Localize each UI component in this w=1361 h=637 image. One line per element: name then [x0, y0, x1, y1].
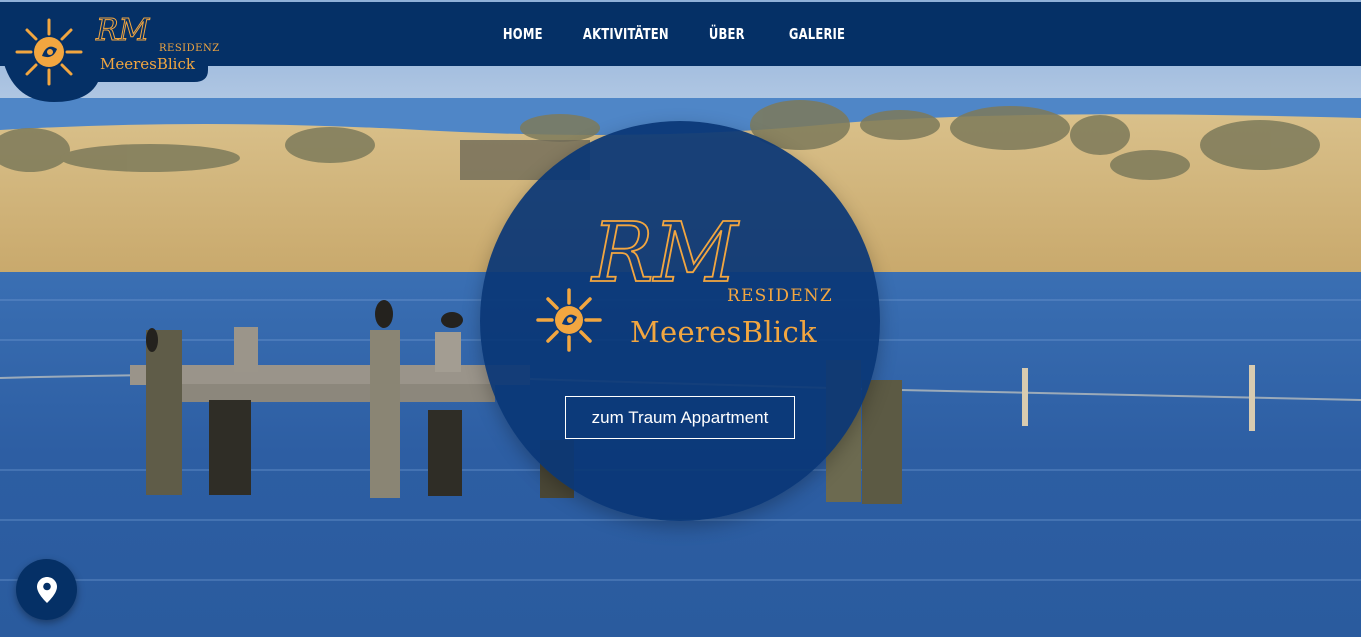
traum-appartment-button[interactable]: zum Traum Appartment	[565, 396, 795, 439]
logo-brand-name: MeeresBlick	[100, 55, 195, 73]
sun-shell-logo-icon	[536, 288, 602, 352]
nav-item-home[interactable]: HOME	[484, 25, 562, 43]
map-pin-icon	[36, 576, 57, 603]
nav-item-aktivitaeten[interactable]: AKTIVITÄTEN	[564, 25, 688, 43]
logo-residenz-text: RESIDENZ	[159, 43, 220, 54]
hero-center-circle: RM RESIDENZ MeeresBlick zum Traum Appart…	[480, 121, 880, 521]
svg-text:RM: RM	[95, 13, 151, 48]
circle-brand-name: MeeresBlick	[630, 315, 817, 349]
monogram-rm: RM	[590, 206, 740, 301]
nav-item-ueber[interactable]: ÜBER	[690, 25, 764, 43]
circle-residenz-text: RESIDENZ	[727, 286, 833, 306]
sun-shell-logo-icon	[15, 18, 83, 86]
site-logo[interactable]: RM RESIDENZ MeeresBlick	[4, 2, 219, 102]
nav-menu: HOME AKTIVITÄTEN ÜBER GALERIE	[490, 2, 879, 66]
location-button[interactable]	[16, 559, 77, 620]
nav-item-galerie[interactable]: GALERIE	[770, 25, 864, 43]
